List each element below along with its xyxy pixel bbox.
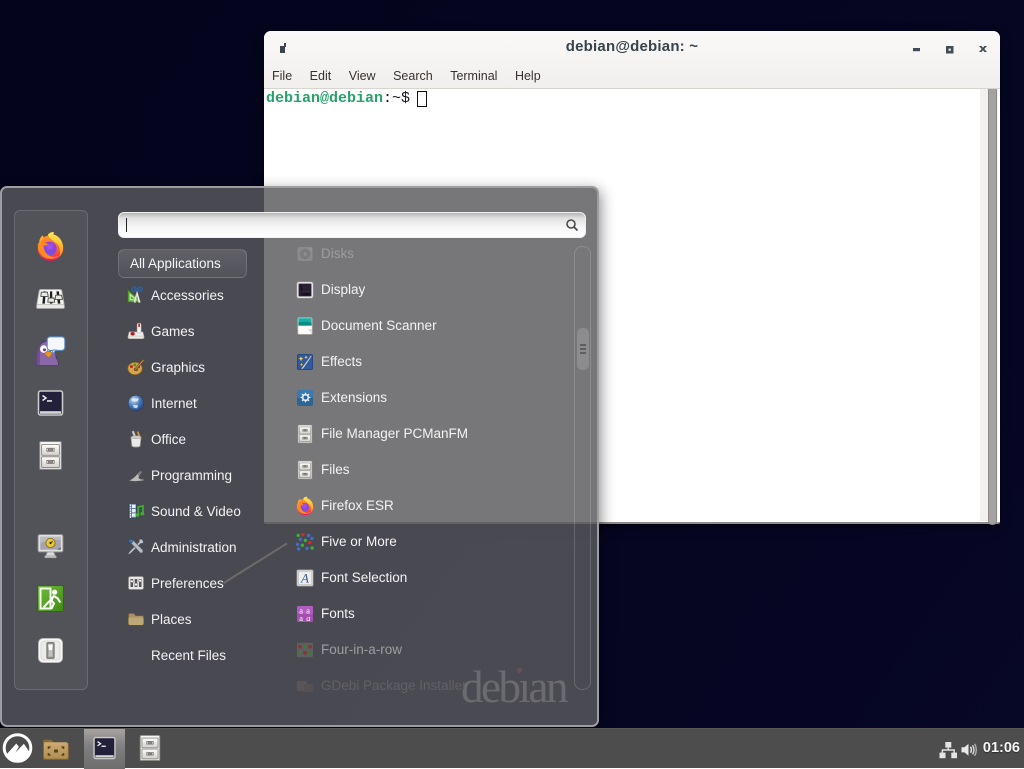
svg-text:a: a [299, 613, 303, 623]
svg-text:a: a [306, 613, 310, 623]
svg-text:A: A [300, 571, 309, 586]
